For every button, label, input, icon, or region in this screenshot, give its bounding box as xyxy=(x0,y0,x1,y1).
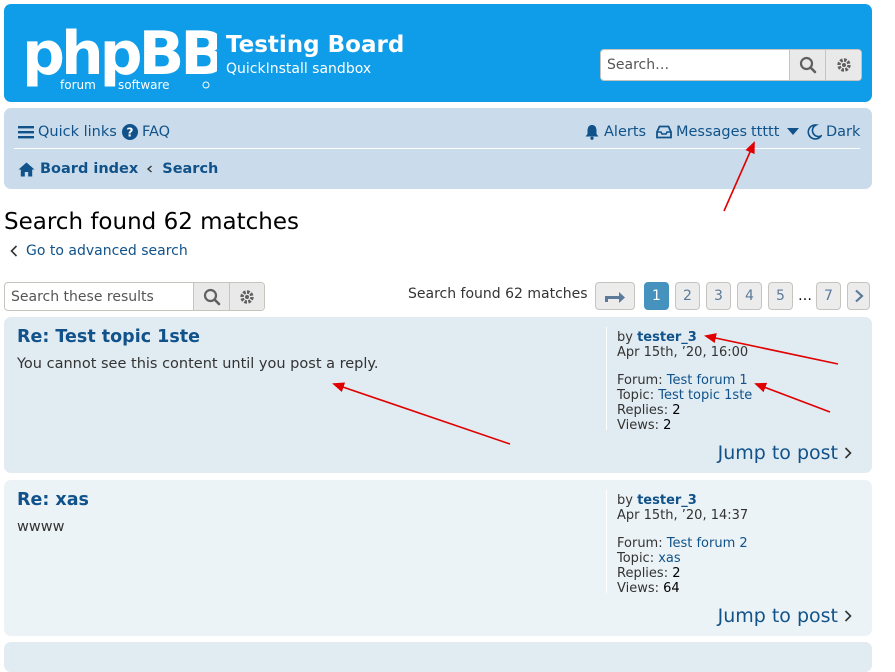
search-results-input[interactable] xyxy=(5,283,191,310)
topic-label: Topic: xyxy=(617,551,655,566)
topic-link[interactable]: xas xyxy=(658,551,680,566)
matches-count: Search found 62 matches xyxy=(408,286,588,302)
search-result-post: Re: xas wwww by tester_3 Apr 15th, ’20, … xyxy=(4,480,872,636)
share-arrow-icon xyxy=(605,292,625,303)
jump-to-post-link[interactable]: Jump to post xyxy=(718,442,852,464)
post-title-link[interactable]: Re: Test topic 1ste xyxy=(17,327,200,347)
dark-mode-toggle[interactable]: Dark xyxy=(806,119,860,145)
search-icon xyxy=(799,56,816,74)
faq-label: FAQ xyxy=(142,124,171,140)
search-results-advanced-button[interactable] xyxy=(229,283,264,310)
by-label: by xyxy=(617,493,633,508)
views-label: Views: xyxy=(617,581,660,596)
forum-link[interactable]: Test forum 2 xyxy=(667,536,748,551)
chevron-left-icon xyxy=(10,245,18,257)
page-2[interactable]: 2 xyxy=(675,282,700,310)
post-content: wwww xyxy=(17,519,65,535)
replies-label: Replies: xyxy=(617,403,669,418)
gear-icon xyxy=(240,289,254,304)
search-result-post: Re: Test topic 1ste You cannot see this … xyxy=(4,317,872,473)
page-7[interactable]: 7 xyxy=(816,282,841,310)
replies-count: 2 xyxy=(672,566,681,581)
post-date: Apr 15th, ’20, 16:00 xyxy=(617,345,749,360)
post-meta: by tester_3 Apr 15th, ’20, 14:37 Forum: … xyxy=(617,493,748,596)
jump-to-page-button[interactable] xyxy=(595,282,635,310)
post-divider xyxy=(606,327,607,430)
svg-text:forum: forum xyxy=(60,78,96,92)
page-4[interactable]: 4 xyxy=(737,282,762,310)
views-count: 64 xyxy=(663,581,680,596)
navbar-divider xyxy=(14,148,860,149)
jump-to-post-link[interactable]: Jump to post xyxy=(718,605,852,627)
post-title-link[interactable]: Re: xas xyxy=(17,490,89,510)
alerts-label: Alerts xyxy=(604,124,647,140)
jump-to-post-label: Jump to post xyxy=(717,442,838,464)
chevron-left-icon xyxy=(147,165,153,173)
messages-link[interactable]: Messages xyxy=(656,119,747,145)
post-meta: by tester_3 Apr 15th, ’20, 16:00 Forum: … xyxy=(617,330,752,433)
replies-count: 2 xyxy=(672,403,681,418)
next-page-button[interactable] xyxy=(847,282,870,310)
page-1[interactable]: 1 xyxy=(644,282,669,310)
search-results-box xyxy=(4,282,265,311)
page-3[interactable]: 3 xyxy=(706,282,731,310)
inbox-icon xyxy=(656,125,672,139)
post-content: You cannot see this content until you po… xyxy=(17,356,379,372)
post-author-link[interactable]: tester_3 xyxy=(637,330,697,345)
chevron-right-icon xyxy=(844,447,852,459)
topic-link[interactable]: Test topic 1ste xyxy=(658,388,752,403)
post-divider xyxy=(606,490,607,593)
svg-text:?: ? xyxy=(127,126,134,140)
phpbb-logo[interactable]: phpBB forum software xyxy=(22,19,226,94)
moon-icon xyxy=(807,124,822,140)
alerts-link[interactable]: Alerts xyxy=(584,119,646,145)
navbar: Quick links ? FAQ Alerts Messages ttttt … xyxy=(4,108,872,189)
caret-down-icon xyxy=(787,128,800,135)
views-count: 2 xyxy=(663,418,672,433)
header-search xyxy=(600,49,862,81)
topic-label: Topic: xyxy=(617,388,655,403)
quick-links-menu[interactable]: Quick links xyxy=(18,119,117,145)
user-menu[interactable]: ttttt xyxy=(751,119,800,145)
advanced-search-label: Go to advanced search xyxy=(26,243,188,259)
gear-icon xyxy=(836,58,851,72)
views-label: Views: xyxy=(617,418,660,433)
page-title: Search found 62 matches xyxy=(4,209,300,235)
site-title[interactable]: Testing Board xyxy=(226,32,404,58)
pagination-ellipsis: … xyxy=(798,288,812,304)
advanced-search-link[interactable]: Go to advanced search xyxy=(10,243,188,259)
breadcrumb: Board index Search xyxy=(18,158,218,180)
search-result-post xyxy=(4,642,872,672)
chevron-right-icon xyxy=(854,289,864,303)
svg-text:software: software xyxy=(118,78,170,92)
breadcrumb-search[interactable]: Search xyxy=(162,161,218,177)
jump-to-post-label: Jump to post xyxy=(717,605,838,627)
faq-link[interactable]: ? FAQ xyxy=(122,119,170,145)
header-advanced-search-button[interactable] xyxy=(825,50,861,80)
site-description: QuickInstall sandbox xyxy=(226,61,372,77)
header-search-input[interactable] xyxy=(601,50,787,80)
quick-links-label: Quick links xyxy=(38,124,117,140)
home-icon xyxy=(18,162,35,176)
search-results-button[interactable] xyxy=(193,283,229,310)
forum-label: Forum: xyxy=(617,373,663,388)
bell-icon xyxy=(585,125,599,140)
messages-label: Messages xyxy=(676,124,748,140)
forum-link[interactable]: Test forum 1 xyxy=(667,373,748,388)
breadcrumb-board-index[interactable]: Board index xyxy=(40,161,138,177)
replies-label: Replies: xyxy=(617,566,669,581)
page-5[interactable]: 5 xyxy=(768,282,793,310)
question-circle-icon: ? xyxy=(122,124,138,140)
hamburger-icon xyxy=(18,126,34,139)
dark-label: Dark xyxy=(826,124,861,140)
username: ttttt xyxy=(751,124,780,140)
post-date: Apr 15th, ’20, 14:37 xyxy=(617,508,749,523)
post-author-link[interactable]: tester_3 xyxy=(637,493,697,508)
header-bar: phpBB forum software Testing Board Quick… xyxy=(4,4,872,102)
header-search-button[interactable] xyxy=(789,50,825,80)
chevron-right-icon xyxy=(844,610,852,622)
forum-label: Forum: xyxy=(617,536,663,551)
search-icon xyxy=(203,288,220,305)
by-label: by xyxy=(617,330,633,345)
